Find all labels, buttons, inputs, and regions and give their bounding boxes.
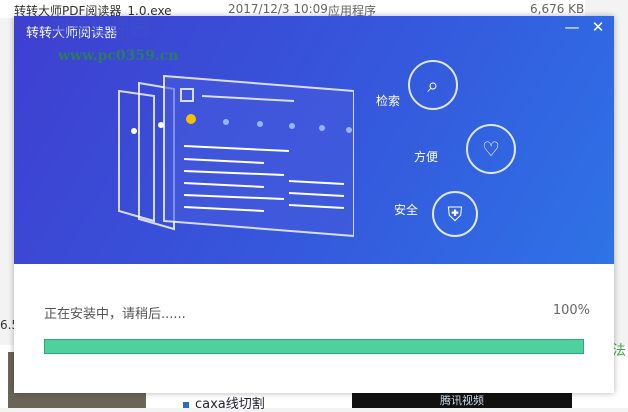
progress-fill [45, 340, 583, 353]
document-illustration [118, 74, 354, 238]
progress-percent: 100% [552, 303, 590, 318]
file-modified: 2017/12/3 10:09 [228, 2, 328, 16]
watermark-name: 河东软件园 [50, 16, 150, 40]
file-size: 6,676 KB [530, 2, 585, 16]
installer-dialog: 转转大师阅读器 — ✕ 检索 ⌕ 方便 ♡ 安全 ⛨ 正在安装中，请稍后....… [14, 16, 614, 393]
minimize-button[interactable]: — [562, 18, 582, 36]
watermark-url: www.pc0359.cn [58, 48, 179, 64]
feature-label-search: 检索 [376, 94, 401, 108]
progress-bar [44, 339, 584, 354]
bg-link[interactable]: caxa线切割 [183, 393, 265, 412]
heart-icon: ♡ [466, 124, 516, 174]
search-doc-icon: ⌕ [408, 60, 458, 110]
close-button[interactable]: ✕ [588, 18, 608, 36]
bg-side-text: 法 [612, 343, 626, 359]
feature-label-convenient: 方便 [414, 150, 439, 164]
install-status: 正在安装中，请稍后...... [44, 307, 186, 322]
bg-video[interactable]: 腾讯视频 [352, 392, 572, 408]
shield-icon: ⛨ [432, 191, 478, 237]
feature-label-security: 安全 [394, 203, 419, 217]
